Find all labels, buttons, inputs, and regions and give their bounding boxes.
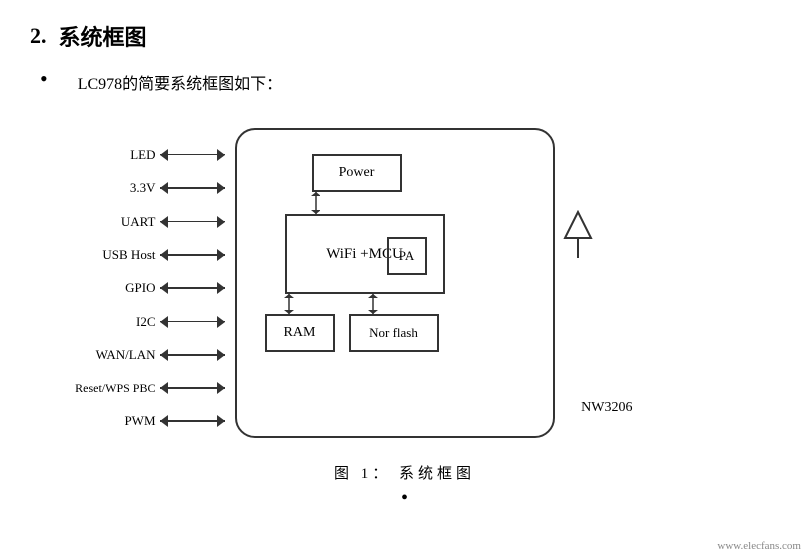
arrow-row-resetwps: Reset/WPS PBC (65, 381, 225, 396)
arrow-row-pwm: PWM (65, 413, 225, 429)
section-number: 2. (30, 23, 47, 49)
pa-label: PA (399, 248, 414, 264)
antenna-icon (563, 210, 593, 260)
arrow-row-3v3: 3.3V (65, 180, 225, 196)
arrow-row-wanlan: WAN/LAN (65, 347, 225, 363)
power-wrapper: Power (247, 148, 543, 192)
intro-text: LC978的简要系统框图如下： (78, 70, 282, 94)
arrow-row-usbhost: USB Host (65, 247, 225, 263)
power-box: Power (312, 154, 402, 192)
diagram-caption: 图 1： 系统框图 (334, 462, 475, 483)
vert-arrow-norflash (367, 294, 379, 314)
arrow-wanlan (160, 349, 225, 361)
arrow-resetwps (160, 382, 225, 394)
arrow-row-gpio: GPIO (65, 280, 225, 296)
bullet-dot: • (40, 66, 48, 92)
bottom-boxes: RAM Nor flash (247, 314, 543, 352)
arrow-row-led: LED (65, 147, 225, 163)
section-title: 2. 系统框图 (30, 20, 779, 52)
label-pwm: PWM (76, 413, 156, 429)
label-uart: UART (76, 214, 156, 230)
norflash-box: Nor flash (349, 314, 439, 352)
section-heading: 系统框图 (59, 20, 147, 52)
arrow-usbhost (160, 249, 225, 261)
arrow-row-uart: UART (65, 214, 225, 230)
wifi-wrapper: WiFi +MCU PA (247, 214, 543, 294)
diagram-container: LED 3.3V UART (30, 108, 779, 483)
watermark: www.elecfans.com (717, 540, 801, 552)
diagram-area: LED 3.3V UART (65, 108, 745, 448)
arrow-gpio (160, 282, 225, 294)
label-3v3: 3.3V (76, 180, 156, 196)
interface-labels: LED 3.3V UART (65, 138, 225, 438)
label-led: LED (76, 147, 156, 163)
label-wanlan: WAN/LAN (76, 347, 156, 363)
chip-model-label: NW3206 (581, 400, 632, 416)
arrow-3v3 (160, 182, 225, 194)
label-resetwps: Reset/WPS PBC (75, 381, 155, 396)
chip-box: NW3206 Power WiFi +MCU (235, 128, 555, 438)
ram-box: RAM (265, 314, 335, 352)
label-usbhost: USB Host (76, 247, 156, 263)
arrow-pwm (160, 415, 225, 427)
label-i2c: I2C (76, 314, 156, 330)
norflash-label: Nor flash (369, 325, 418, 341)
bottom-bullet: • (30, 487, 779, 510)
arrow-row-i2c: I2C (65, 314, 225, 330)
arrow-led (160, 149, 225, 161)
arrow-i2c (160, 316, 225, 328)
ram-label: RAM (284, 325, 316, 341)
vert-arrow-power-wifi (310, 192, 320, 214)
wifi-mcu-box: WiFi +MCU PA (285, 214, 445, 294)
arrow-uart (160, 216, 225, 228)
power-label: Power (339, 165, 375, 181)
vert-arrows-bottom (265, 294, 465, 314)
pa-box: PA (387, 237, 427, 275)
label-gpio: GPIO (76, 280, 156, 296)
vert-arrow-ram (283, 294, 295, 314)
bullet-item: • LC978的简要系统框图如下： (30, 70, 779, 94)
